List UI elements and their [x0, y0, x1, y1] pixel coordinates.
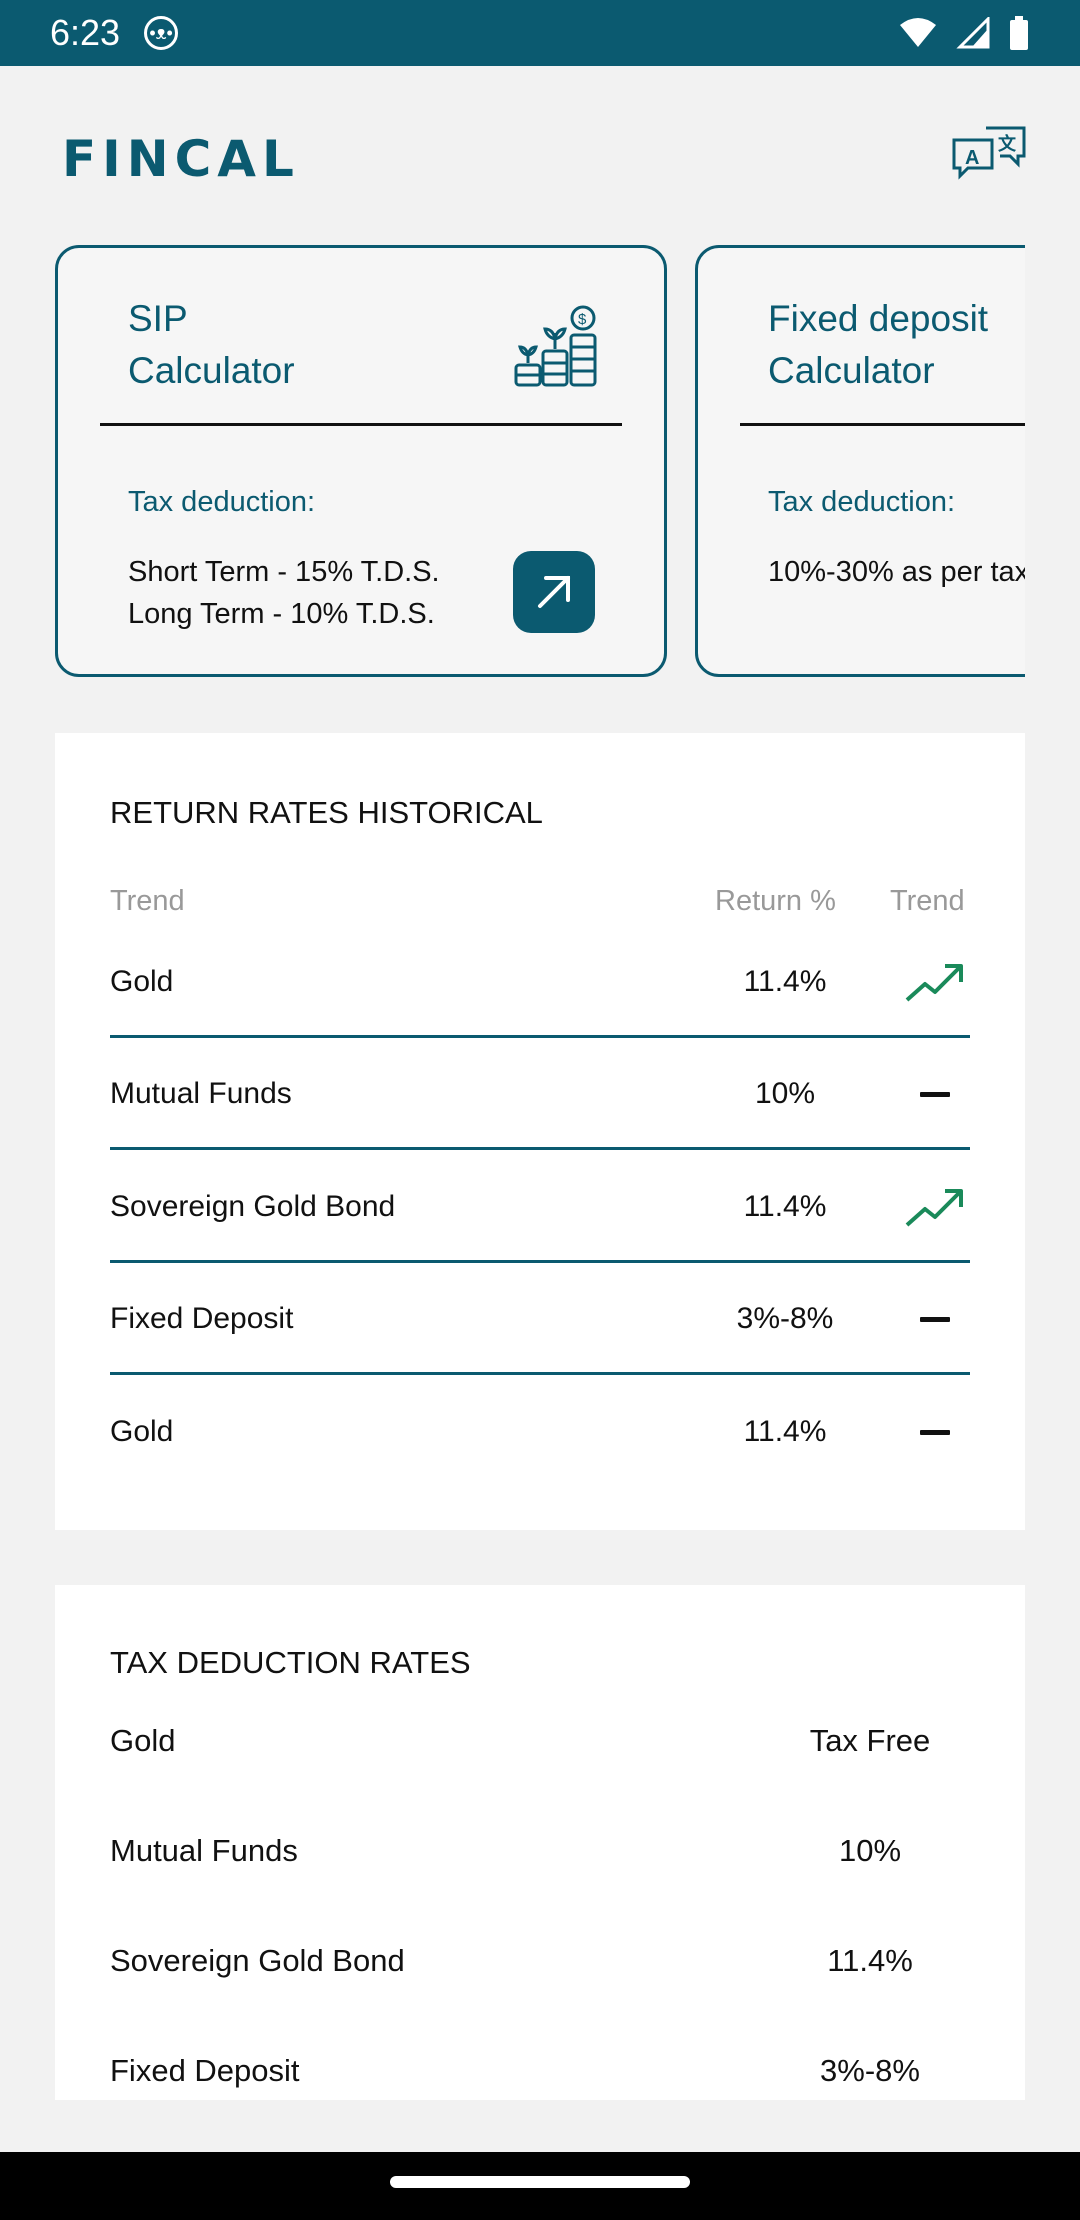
return-rates-panel: RETURN RATES HISTORICAL Trend Return % T…	[55, 733, 1025, 1530]
trend-up-icon	[900, 1151, 970, 1263]
column-header-return: Return %	[715, 885, 836, 917]
asset-name: Gold	[110, 1723, 176, 1758]
navigation-bar	[0, 2152, 1080, 2220]
asset-name: Fixed Deposit	[110, 2053, 300, 2088]
app-logo: FINCAL	[62, 130, 300, 188]
card-divider	[740, 423, 1025, 426]
asset-name: Sovereign Gold Bond	[110, 1943, 405, 1978]
list-item: Gold Tax Free	[110, 1723, 970, 1783]
svg-text:A: A	[965, 147, 979, 169]
list-item: Sovereign Gold Bond 11.4%	[110, 1943, 970, 2003]
asset-return: 11.4%	[743, 1190, 827, 1223]
table-row: Gold 11.4%	[110, 926, 970, 1038]
svg-text:$: $	[578, 311, 587, 328]
trend-flat-icon	[900, 1038, 970, 1150]
coins-growth-icon: $	[514, 305, 597, 387]
translate-icon: A 文	[952, 126, 1026, 180]
asset-name: Fixed Deposit	[110, 1302, 294, 1335]
asset-return: 3%-8%	[736, 1302, 834, 1335]
tax-deduction-panel: TAX DEDUCTION RATES Gold Tax Free Mutual…	[55, 1585, 1025, 2100]
card-divider	[100, 423, 622, 426]
list-item: Fixed Deposit 3%-8%	[110, 2053, 970, 2113]
table-row: Sovereign Gold Bond 11.4%	[110, 1151, 970, 1263]
asset-return: 10%	[754, 1077, 816, 1110]
trend-flat-icon	[900, 1376, 970, 1488]
sip-calculator-card[interactable]: SIP Calculator $ Tax deduction: Short Te…	[55, 245, 667, 677]
tax-deduction-label: Tax deduction:	[768, 486, 956, 518]
wifi-icon	[900, 18, 936, 47]
arrow-up-right-icon	[538, 576, 570, 608]
tax-deduction-label: Tax deduction:	[128, 486, 316, 518]
status-time: 6:23	[50, 12, 121, 53]
asset-name: Mutual Funds	[110, 1833, 298, 1868]
tax-rate: 10%	[838, 1833, 902, 1868]
tax-line-slab: 10%-30% as per tax slab	[768, 556, 1025, 588]
status-icons	[898, 16, 1030, 50]
tax-rate: Tax Free	[809, 1723, 931, 1758]
table-row: Gold 11.4%	[110, 1376, 970, 1488]
tax-line-long-term: Long Term - 10% T.D.S.	[128, 598, 435, 630]
status-bar: 6:23 •ᴥ•	[0, 0, 1080, 66]
tax-rate: 3%-8%	[820, 2053, 920, 2088]
list-item: Mutual Funds 10%	[110, 1833, 970, 1893]
asset-return: 11.4%	[743, 1415, 827, 1448]
column-header-trend: Trend	[890, 885, 965, 917]
table-row: Mutual Funds 10%	[110, 1038, 970, 1150]
return-rates-title: RETURN RATES HISTORICAL	[110, 795, 543, 830]
open-sip-calculator-button[interactable]	[513, 551, 595, 633]
asset-name: Gold	[110, 1415, 174, 1448]
trend-up-icon	[900, 926, 970, 1038]
translate-button[interactable]: A 文	[950, 124, 1030, 186]
svg-text:文: 文	[998, 133, 1017, 155]
trend-flat-icon	[900, 1263, 970, 1375]
asset-name: Sovereign Gold Bond	[110, 1190, 396, 1223]
home-gesture-handle[interactable]	[390, 2176, 690, 2188]
battery-icon	[1010, 16, 1028, 50]
calculator-title: SIP Calculator	[128, 298, 295, 391]
asset-name: Gold	[110, 965, 174, 998]
cell-signal-icon	[956, 17, 990, 49]
column-header-name: Trend	[110, 885, 185, 917]
asset-return: 11.4%	[743, 965, 827, 998]
row-divider	[110, 1147, 970, 1150]
calculator-title: Fixed deposit Calculator	[768, 298, 989, 391]
asset-name: Mutual Funds	[110, 1077, 292, 1110]
calculator-carousel[interactable]: SIP Calculator $ Tax deduction: Short Te…	[55, 245, 1025, 680]
row-divider	[110, 1372, 970, 1375]
tax-line-short-term: Short Term - 15% T.D.S.	[128, 556, 440, 588]
tax-rate: 11.4%	[827, 1943, 913, 1978]
tax-deduction-title: TAX DEDUCTION RATES	[110, 1645, 471, 1680]
fixed-deposit-calculator-card[interactable]: Fixed deposit Calculator Tax deduction: …	[695, 245, 1025, 677]
table-row: Fixed Deposit 3%-8%	[110, 1263, 970, 1375]
notification-cat-icon: •ᴥ•	[144, 16, 179, 50]
